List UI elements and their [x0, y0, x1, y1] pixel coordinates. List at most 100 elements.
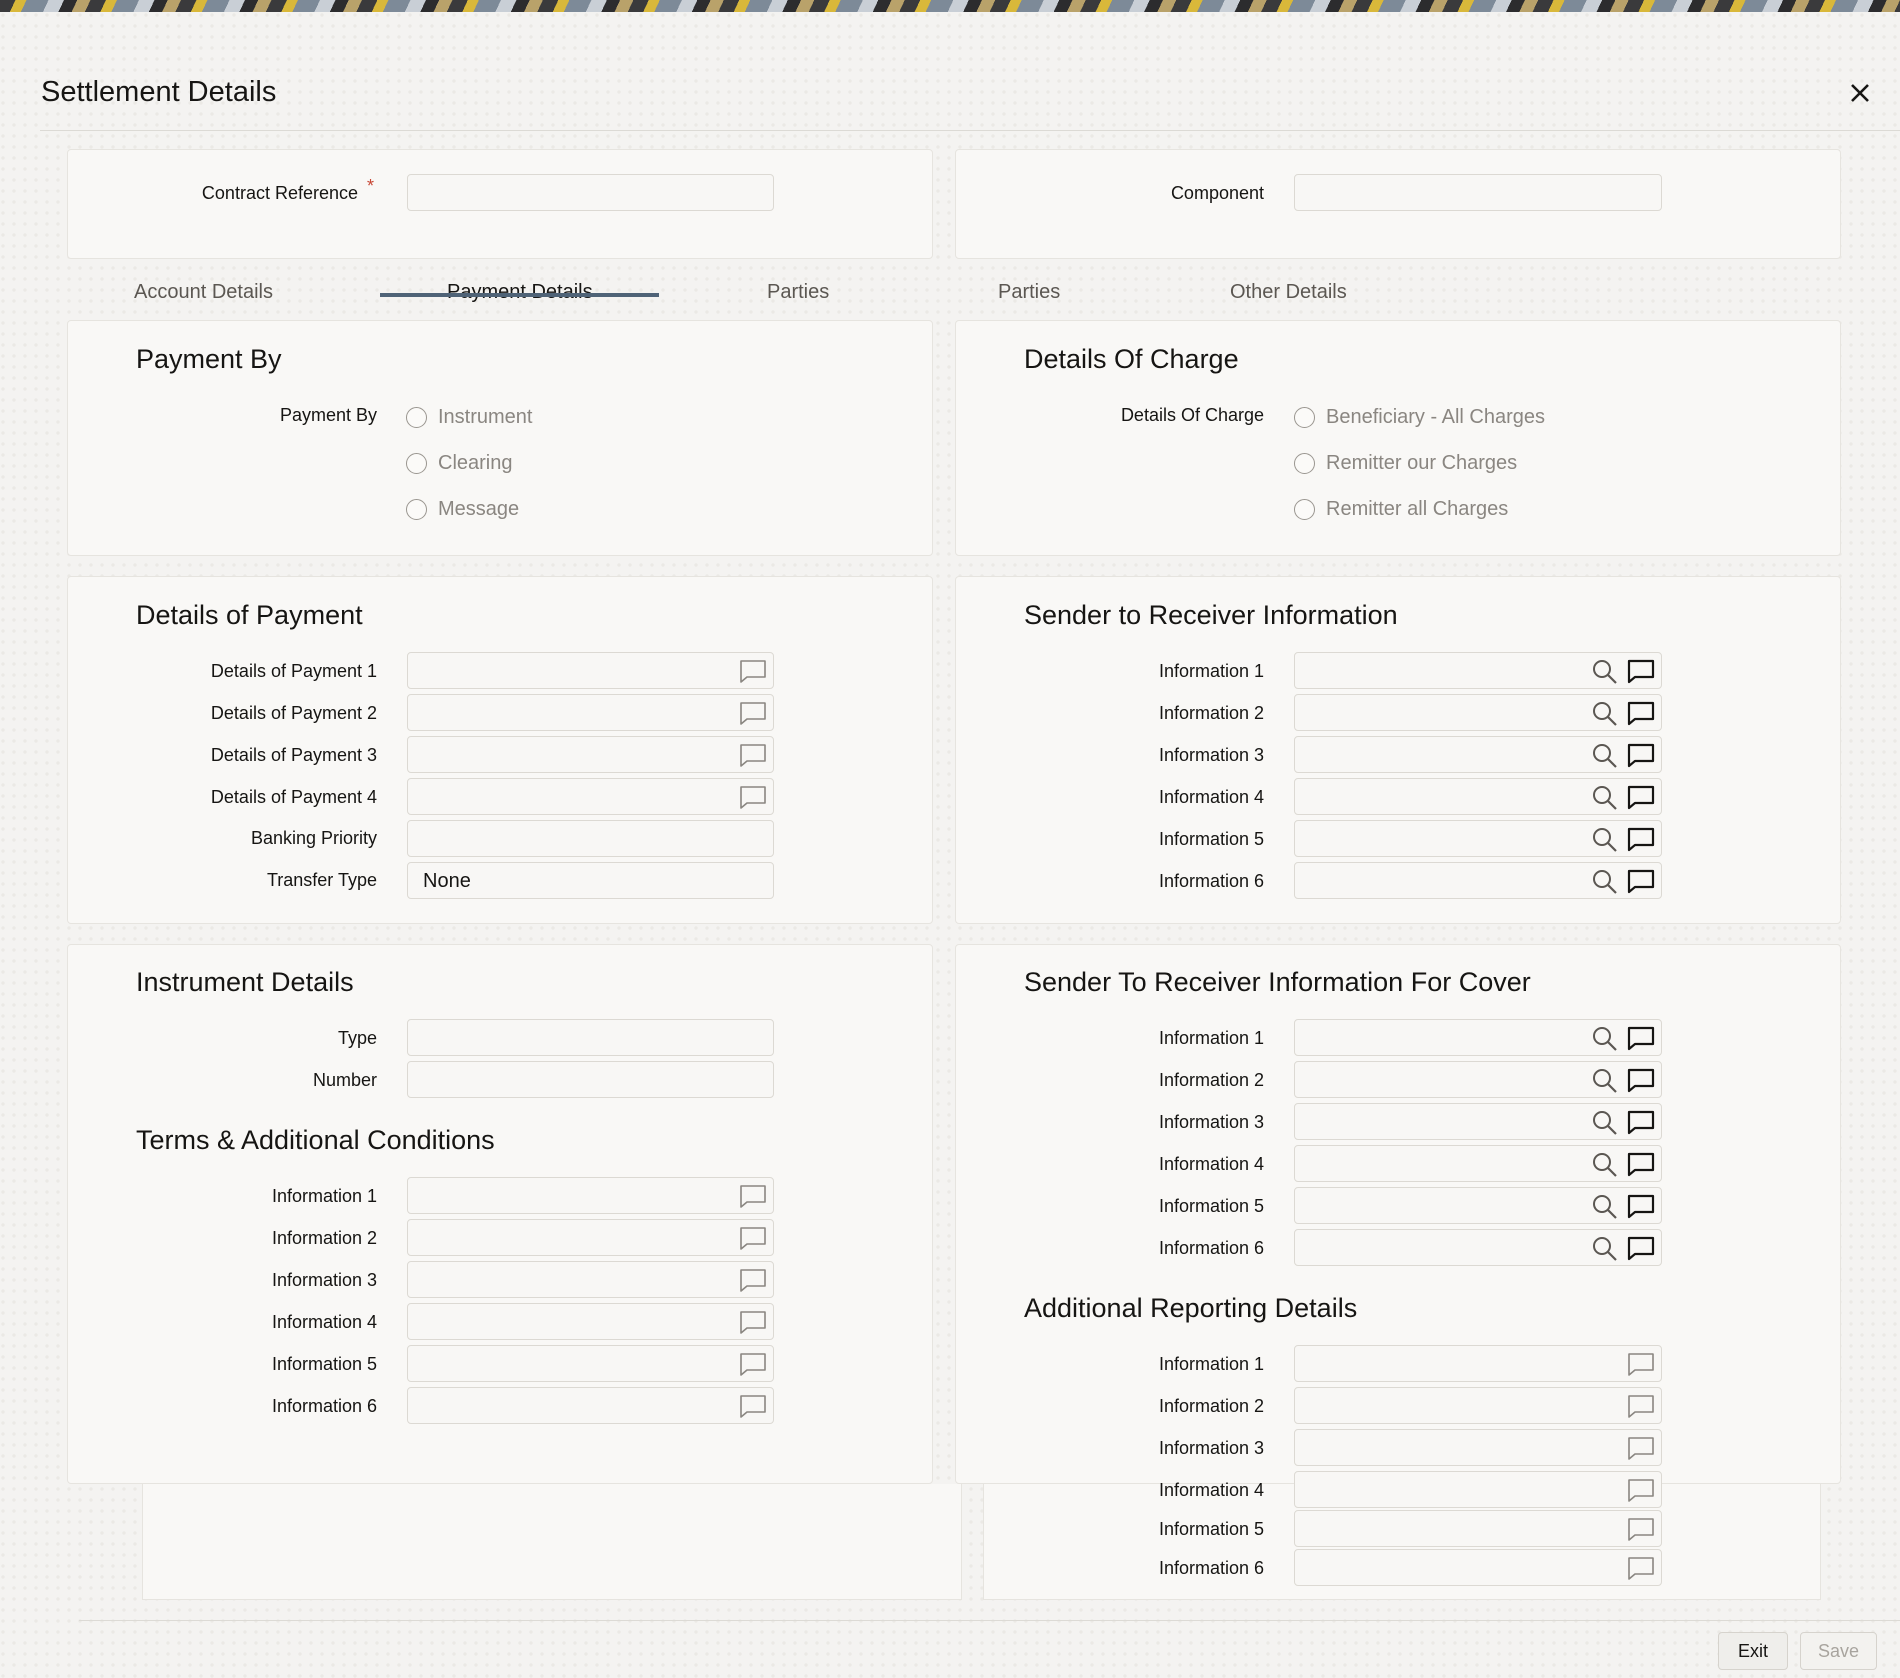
comment-icon[interactable]: [738, 742, 768, 768]
sender-info-1-label: Information 1: [1158, 661, 1264, 681]
radio-message[interactable]: Message: [406, 498, 519, 521]
details-of-payment-1-input[interactable]: [407, 652, 774, 689]
terms-info-5-label: Information 5: [271, 1354, 377, 1374]
search-icon[interactable]: [1590, 1109, 1620, 1135]
comment-icon[interactable]: [738, 1393, 768, 1419]
comment-icon[interactable]: [738, 700, 768, 726]
radio-circle[interactable]: [406, 407, 427, 428]
reporting-info-3-input[interactable]: [1294, 1429, 1662, 1466]
comment-icon[interactable]: [738, 1183, 768, 1209]
terms-info-6-label: Information 6: [271, 1396, 377, 1416]
comment-icon[interactable]: [1626, 1067, 1656, 1093]
radio-circle[interactable]: [1294, 407, 1315, 428]
radio-remitter-all-charges[interactable]: Remitter all Charges: [1294, 498, 1508, 521]
banking-priority-input[interactable]: [407, 820, 774, 857]
reporting-info-4-input[interactable]: [1294, 1471, 1662, 1508]
cover-info-2-label: Information 2: [1158, 1070, 1264, 1090]
comment-icon[interactable]: [738, 784, 768, 810]
terms-info-2-input[interactable]: [407, 1219, 774, 1256]
comment-icon[interactable]: [1626, 868, 1656, 894]
terms-info-3-input[interactable]: [407, 1261, 774, 1298]
search-icon[interactable]: [1590, 658, 1620, 684]
radio-clearing-label: Clearing: [438, 452, 513, 474]
tab-parties-2[interactable]: Parties: [998, 281, 1060, 304]
terms-info-6-input[interactable]: [407, 1387, 774, 1424]
comment-icon[interactable]: [1626, 1025, 1656, 1051]
comment-icon[interactable]: [1626, 1516, 1656, 1542]
details-of-payment-3-input[interactable]: [407, 736, 774, 773]
tab-other-details[interactable]: Other Details: [1230, 281, 1347, 304]
comment-icon[interactable]: [1626, 1351, 1656, 1377]
comment-icon[interactable]: [738, 658, 768, 684]
search-icon[interactable]: [1590, 868, 1620, 894]
radio-circle[interactable]: [1294, 499, 1315, 520]
comment-icon[interactable]: [1626, 1477, 1656, 1503]
instrument-type-input[interactable]: [407, 1019, 774, 1056]
exit-button[interactable]: Exit: [1718, 1632, 1788, 1670]
instrument-number-input[interactable]: [407, 1061, 774, 1098]
contract-reference-input[interactable]: [407, 174, 774, 211]
comment-icon[interactable]: [1626, 1393, 1656, 1419]
comment-icon[interactable]: [738, 1225, 768, 1251]
radio-circle[interactable]: [1294, 453, 1315, 474]
terms-info-5-input[interactable]: [407, 1345, 774, 1382]
instrument-number-label: Number: [312, 1070, 377, 1090]
component-input[interactable]: [1294, 174, 1662, 211]
comment-icon[interactable]: [1626, 826, 1656, 852]
terms-info-4-input[interactable]: [407, 1303, 774, 1340]
comment-icon[interactable]: [1626, 1555, 1656, 1581]
terms-info-1-input[interactable]: [407, 1177, 774, 1214]
search-icon[interactable]: [1590, 1235, 1620, 1261]
reporting-info-2-input[interactable]: [1294, 1387, 1662, 1424]
reporting-info-6-input[interactable]: [1294, 1549, 1662, 1586]
search-icon[interactable]: [1590, 1193, 1620, 1219]
window-title: Settlement Details: [41, 76, 277, 108]
radio-circle[interactable]: [406, 499, 427, 520]
details-of-payment-2-label: Details of Payment 2: [210, 703, 377, 723]
comment-icon[interactable]: [1626, 742, 1656, 768]
search-icon[interactable]: [1590, 784, 1620, 810]
required-marker: *: [367, 176, 375, 196]
search-icon[interactable]: [1590, 700, 1620, 726]
radio-instrument[interactable]: Instrument: [406, 406, 532, 429]
title-divider: [40, 130, 1900, 131]
radio-remitter-our-charges[interactable]: Remitter our Charges: [1294, 452, 1517, 475]
comment-icon[interactable]: [1626, 1109, 1656, 1135]
search-icon[interactable]: [1590, 826, 1620, 852]
comment-icon[interactable]: [1626, 784, 1656, 810]
details-of-charge-label: Details Of Charge: [1120, 405, 1264, 425]
radio-clearing[interactable]: Clearing: [406, 452, 512, 475]
comment-icon[interactable]: [1626, 658, 1656, 684]
reporting-info-5-input[interactable]: [1294, 1510, 1662, 1547]
search-icon[interactable]: [1590, 742, 1620, 768]
comment-icon[interactable]: [1626, 1151, 1656, 1177]
lower-left-blank-panel: [142, 1484, 962, 1600]
radio-remitter-all-label: Remitter all Charges: [1326, 498, 1509, 520]
instrument-type-label: Type: [337, 1028, 377, 1048]
search-icon[interactable]: [1590, 1067, 1620, 1093]
reporting-info-2-label: Information 2: [1158, 1396, 1264, 1416]
tab-account-details[interactable]: Account Details: [134, 281, 273, 304]
search-icon[interactable]: [1590, 1151, 1620, 1177]
close-icon[interactable]: [1845, 78, 1875, 108]
terms-info-2-label: Information 2: [271, 1228, 377, 1248]
comment-icon[interactable]: [1626, 1235, 1656, 1261]
tab-parties-1[interactable]: Parties: [767, 281, 829, 304]
details-of-payment-2-input[interactable]: [407, 694, 774, 731]
comment-icon[interactable]: [1626, 700, 1656, 726]
comment-icon[interactable]: [738, 1309, 768, 1335]
comment-icon[interactable]: [738, 1351, 768, 1377]
radio-beneficiary-label: Beneficiary - All Charges: [1326, 406, 1545, 428]
details-of-charge-heading: Details Of Charge: [1024, 344, 1239, 374]
transfer-type-select[interactable]: None: [407, 862, 774, 899]
save-button[interactable]: Save: [1800, 1632, 1877, 1670]
comment-icon[interactable]: [1626, 1193, 1656, 1219]
comment-icon[interactable]: [1626, 1435, 1656, 1461]
radio-beneficiary-all-charges[interactable]: Beneficiary - All Charges: [1294, 406, 1545, 429]
reporting-info-1-input[interactable]: [1294, 1345, 1662, 1382]
search-icon[interactable]: [1590, 1025, 1620, 1051]
comment-icon[interactable]: [738, 1267, 768, 1293]
radio-circle[interactable]: [406, 453, 427, 474]
details-of-payment-4-input[interactable]: [407, 778, 774, 815]
sender-to-receiver-heading: Sender to Receiver Information: [1024, 600, 1398, 630]
